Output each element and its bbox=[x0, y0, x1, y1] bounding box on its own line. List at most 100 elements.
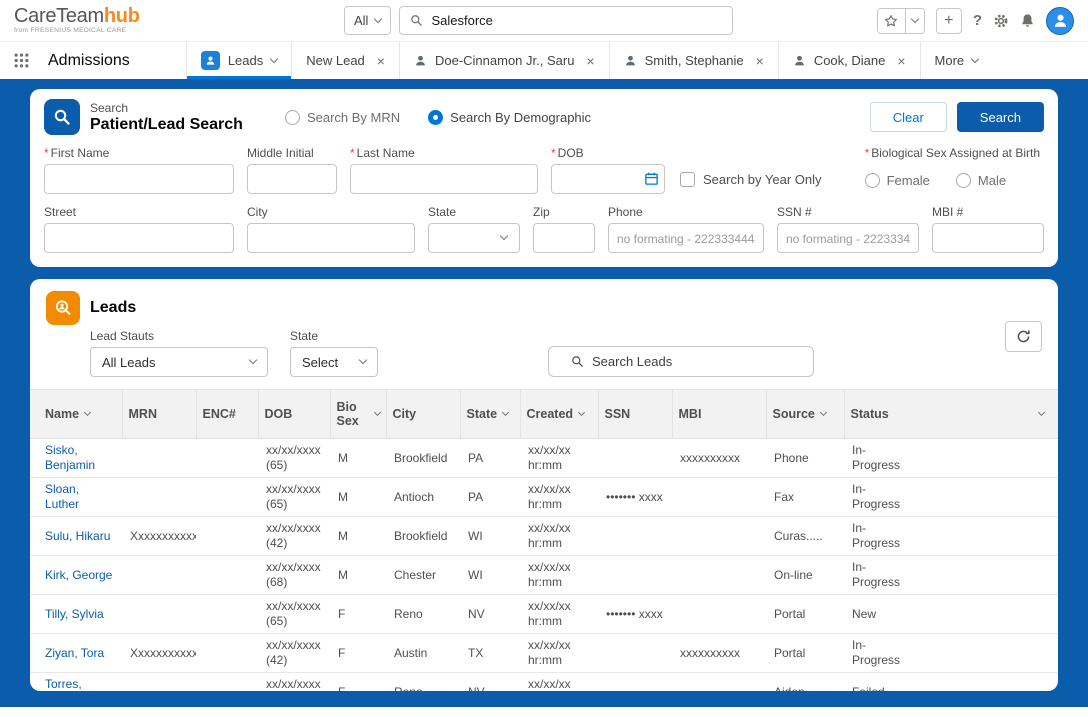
city-field[interactable] bbox=[247, 223, 415, 253]
app-launcher-button[interactable] bbox=[0, 42, 42, 79]
column-label: State bbox=[467, 407, 498, 421]
cell-city: Brookfield bbox=[386, 517, 460, 556]
tab-strip: LeadsNew Lead×Doe-Cinnamon Jr., Saru×Smi… bbox=[186, 42, 992, 79]
column-header-state[interactable]: State bbox=[460, 390, 520, 439]
cell-mbi bbox=[672, 517, 766, 556]
radio-female[interactable]: Female bbox=[865, 173, 930, 188]
column-header-bio-sex[interactable]: Bio Sex bbox=[330, 390, 386, 439]
search-scope-button[interactable]: All bbox=[344, 6, 391, 35]
global-search-input[interactable] bbox=[431, 13, 722, 28]
phone-field[interactable] bbox=[608, 223, 764, 253]
tab-smith-stephanie[interactable]: Smith, Stephanie× bbox=[609, 42, 778, 79]
cell-ssn bbox=[598, 517, 672, 556]
cell-dob: xx/xx/xxxx (42) bbox=[258, 517, 330, 556]
calendar-icon[interactable] bbox=[644, 171, 659, 186]
close-icon[interactable]: × bbox=[756, 53, 764, 69]
cell-name: Sisko, Benjamin bbox=[30, 439, 122, 478]
last-name-field[interactable] bbox=[350, 164, 538, 194]
tab-new-lead[interactable]: New Lead× bbox=[291, 42, 399, 79]
lead-name-link[interactable]: Tilly, Sylvia bbox=[45, 607, 104, 621]
status-value: In-Progress bbox=[852, 560, 908, 590]
column-header-name[interactable]: Name bbox=[30, 390, 122, 439]
cell-mrn bbox=[122, 556, 196, 595]
mbi-label: MBI # bbox=[932, 205, 1044, 219]
cell-city: Brookfield bbox=[386, 439, 460, 478]
dob-label: *DOB bbox=[551, 146, 665, 160]
column-label: DOB bbox=[265, 407, 293, 421]
middle-initial-label: Middle Initial bbox=[247, 146, 337, 160]
cell-city: Antioch bbox=[386, 478, 460, 517]
lead-status-dropdown[interactable]: All Leads bbox=[90, 347, 268, 377]
lead-name-link[interactable]: Ziyan, Tora bbox=[45, 646, 104, 660]
cell-ssn bbox=[598, 673, 672, 692]
cell-mbi bbox=[672, 673, 766, 692]
careteamhub-logo[interactable]: CareTeamhub from FRESENIUS MEDICAL CARE bbox=[14, 6, 140, 35]
refresh-button[interactable] bbox=[1005, 321, 1042, 352]
chevron-down-icon bbox=[359, 356, 367, 364]
table-row: Sulu, HikaruXxxxxxxxxxxxx/xx/xxxx (42)MB… bbox=[30, 517, 1058, 556]
radio-search-by-demographic[interactable]: Search By Demographic bbox=[428, 110, 591, 125]
lead-name-link[interactable]: Sisko, Benjamin bbox=[45, 443, 95, 472]
search-leads-input[interactable] bbox=[592, 354, 803, 369]
navigation-tab-bar: Admissions LeadsNew Lead×Doe-Cinnamon Jr… bbox=[0, 42, 1088, 79]
state-filter-dropdown[interactable]: Select bbox=[290, 347, 378, 377]
favorites-star-button[interactable] bbox=[878, 9, 905, 33]
column-header-status[interactable]: Status bbox=[844, 390, 1058, 439]
sort-chevron-icon bbox=[502, 408, 509, 415]
clear-button[interactable]: Clear bbox=[870, 102, 947, 132]
search-leads-box[interactable] bbox=[548, 346, 814, 377]
lead-name-link[interactable]: Torres, B'Elanna bbox=[45, 677, 93, 691]
setup-gear-icon[interactable] bbox=[993, 13, 1009, 29]
ssn-field[interactable] bbox=[777, 223, 919, 253]
cell-status: In-Progress bbox=[844, 478, 1058, 517]
help-icon[interactable]: ? bbox=[973, 12, 982, 29]
cell-city: Reno bbox=[386, 673, 460, 692]
lead-name-link[interactable]: Kirk, George bbox=[45, 568, 112, 582]
column-label: ENC# bbox=[203, 407, 236, 421]
radio-search-by-mrn[interactable]: Search By MRN bbox=[285, 110, 400, 125]
quick-create-button[interactable]: + bbox=[936, 8, 962, 34]
cell-mbi bbox=[672, 595, 766, 634]
lead-name-link[interactable]: Sulu, Hikaru bbox=[45, 529, 110, 543]
tab-cook-diane[interactable]: Cook, Diane× bbox=[778, 42, 920, 79]
notifications-bell-icon[interactable] bbox=[1020, 13, 1035, 28]
cell-bio_sex: F bbox=[330, 634, 386, 673]
street-field[interactable] bbox=[44, 223, 234, 253]
contact-person-icon bbox=[793, 54, 806, 67]
tab-leads[interactable]: Leads bbox=[186, 42, 291, 79]
close-icon[interactable]: × bbox=[586, 53, 594, 69]
mbi-field[interactable] bbox=[932, 223, 1044, 253]
first-name-field[interactable] bbox=[44, 164, 234, 194]
favorites-dropdown-button[interactable] bbox=[905, 9, 924, 33]
cell-created: xx/xx/xx hr:mm bbox=[520, 634, 598, 673]
close-icon[interactable]: × bbox=[377, 53, 385, 69]
cell-mrn bbox=[122, 439, 196, 478]
search-by-year-only-checkbox[interactable]: Search by Year Only bbox=[678, 164, 822, 194]
middle-initial-field[interactable] bbox=[247, 164, 337, 194]
close-icon[interactable]: × bbox=[897, 53, 905, 69]
zip-field[interactable] bbox=[533, 223, 595, 253]
cell-enc bbox=[196, 634, 258, 673]
column-header-source[interactable]: Source bbox=[766, 390, 844, 439]
cell-created: xx/xx/xx hr:mm bbox=[520, 478, 598, 517]
state-select[interactable] bbox=[428, 223, 520, 253]
cell-status: New bbox=[844, 595, 1058, 634]
lead-name-link[interactable]: Sloan, Luther bbox=[45, 482, 79, 511]
global-search-box[interactable] bbox=[399, 6, 733, 35]
user-avatar[interactable] bbox=[1046, 7, 1074, 35]
radio-male[interactable]: Male bbox=[956, 173, 1006, 188]
phone-label: Phone bbox=[608, 205, 764, 219]
leads-panel: Leads Lead Stauts All Leads State Select bbox=[30, 279, 1058, 691]
leads-title: Leads bbox=[90, 299, 136, 317]
tab-doe-cinnamon-jr-saru[interactable]: Doe-Cinnamon Jr., Saru× bbox=[399, 42, 609, 79]
cell-enc bbox=[196, 439, 258, 478]
global-search: All bbox=[344, 6, 733, 35]
column-header-enc: ENC# bbox=[196, 390, 258, 439]
cell-status: Failed bbox=[844, 673, 1058, 692]
search-button[interactable]: Search bbox=[957, 102, 1044, 132]
column-header-created[interactable]: Created bbox=[520, 390, 598, 439]
cell-dob: xx/xx/xxxx (42) bbox=[258, 673, 330, 692]
tab-more[interactable]: More bbox=[920, 42, 993, 79]
cell-name: Kirk, George bbox=[30, 556, 122, 595]
cell-bio_sex: M bbox=[330, 439, 386, 478]
